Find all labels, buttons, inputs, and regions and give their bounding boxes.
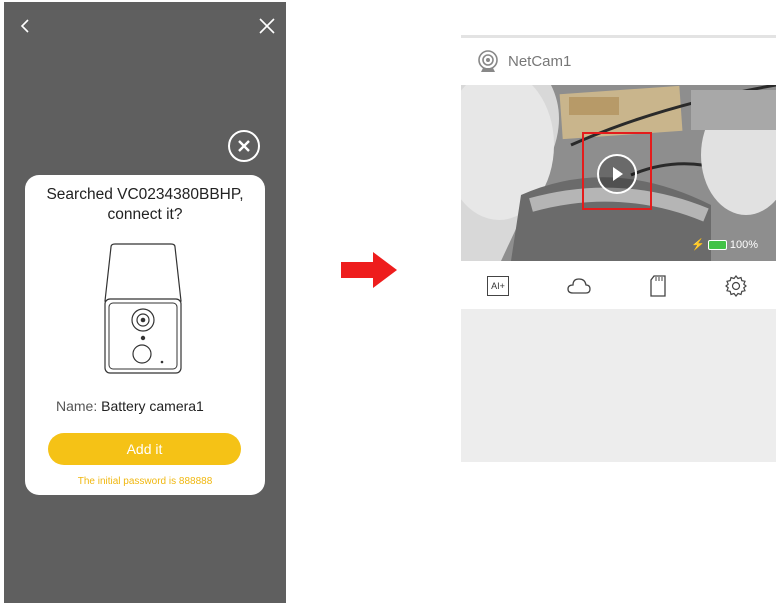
close-circle-icon[interactable] <box>228 130 260 162</box>
battery-indicator: ⚡ 100% <box>691 238 758 252</box>
device-name-value: Battery camera1 <box>101 398 204 414</box>
name-label: Name: <box>56 398 98 414</box>
dialog-title: Searched VC0234380BBHP, connect it? <box>25 185 265 225</box>
add-device-screen: Searched VC0234380BBHP, connect it? Name… <box>4 2 286 603</box>
add-device-button[interactable]: Add it <box>48 433 241 465</box>
play-icon[interactable] <box>597 154 637 194</box>
battery-icon <box>707 239 727 250</box>
camera-header: NetCam1 <box>461 35 776 85</box>
close-icon[interactable] <box>257 16 277 36</box>
cloud-icon[interactable] <box>567 275 591 297</box>
camera-toolbar: AI+ <box>461 261 776 309</box>
camera-live-screen: NetCam1 ⚡ 100% AI+ <box>461 35 776 462</box>
video-preview[interactable]: ⚡ 100% <box>461 85 776 261</box>
dialog-title-line2: connect it? <box>107 206 183 223</box>
battery-percent: 100% <box>729 238 758 251</box>
right-arrow-icon <box>341 252 397 293</box>
charging-icon: ⚡ <box>691 239 705 251</box>
dialog-title-line1: Searched VC0234380BBHP, <box>46 186 244 203</box>
device-name-row: Name: Battery camera1 <box>56 398 204 414</box>
sd-card-icon[interactable] <box>646 275 670 297</box>
battery-camera-illustration <box>103 243 183 380</box>
password-hint: The initial password is 888888 <box>77 476 213 487</box>
camera-name: NetCam1 <box>508 53 572 70</box>
webcam-icon <box>477 50 499 79</box>
gear-icon[interactable] <box>724 275 748 297</box>
ai-button[interactable]: AI+ <box>487 276 509 296</box>
add-device-dialog: Searched VC0234380BBHP, connect it? Name… <box>25 175 265 495</box>
chevron-left-icon[interactable] <box>16 16 36 36</box>
